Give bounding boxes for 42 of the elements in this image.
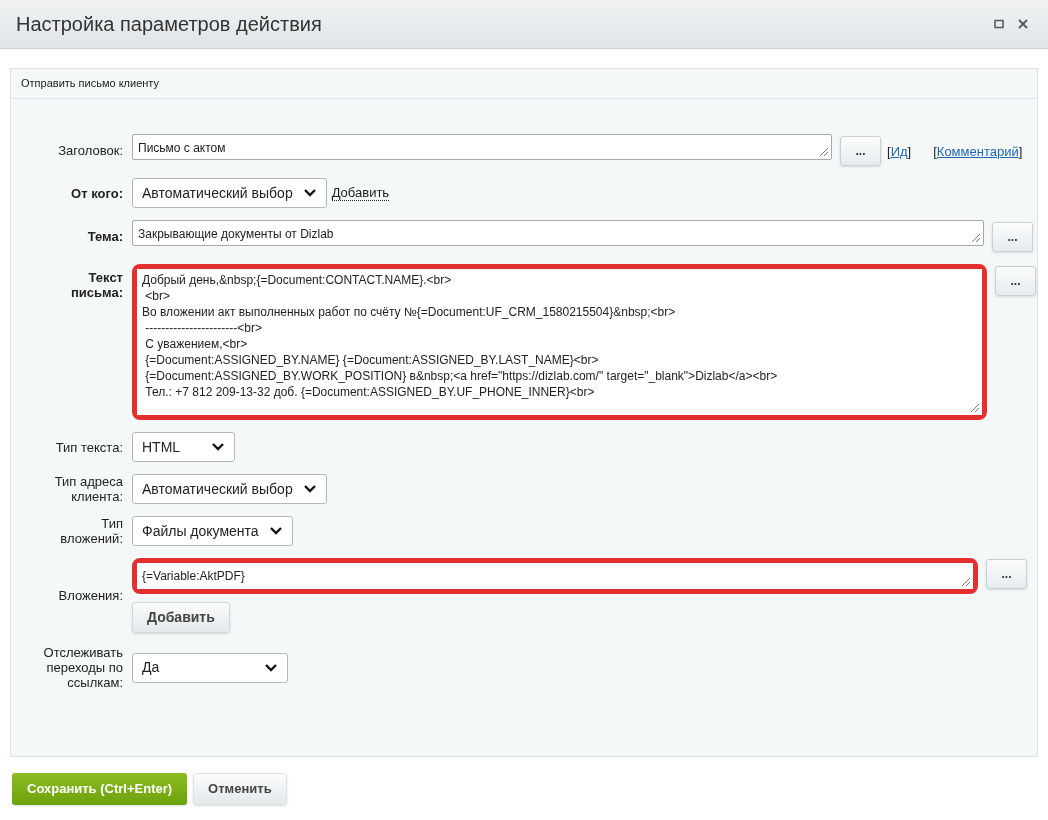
dropdown[interactable]: HTML — [132, 432, 235, 462]
field-label: От кого: — [71, 185, 123, 201]
dropdown[interactable]: Да — [132, 652, 288, 683]
resize-grip-icon — [819, 147, 829, 157]
field-label: Тип вложений: — [60, 516, 123, 546]
insert-button[interactable]: ... — [840, 136, 881, 166]
dropdown[interactable]: Файлы документа — [132, 516, 293, 546]
text-area[interactable]: {=Variable:AktPDF} — [137, 563, 973, 589]
chevron-down-icon — [268, 526, 283, 536]
field-label: Вложения: — [58, 588, 123, 603]
bracket: ] — [907, 143, 912, 161]
text-area[interactable]: Закрывающие документы от Dizlab — [132, 220, 984, 246]
add-link[interactable]: Добавить — [331, 185, 390, 201]
field-label: Заголовок: — [58, 143, 123, 158]
resize-grip-icon — [970, 403, 980, 413]
chevron-down-icon — [264, 662, 278, 673]
insert-button[interactable]: ... — [995, 266, 1036, 296]
chevron-down-icon — [211, 442, 225, 452]
bracket: ] — [1018, 143, 1023, 161]
insert-button[interactable]: ... — [986, 559, 1027, 589]
dropdown[interactable]: Автоматический выбор — [132, 178, 327, 208]
maximize-icon[interactable] — [994, 19, 1004, 29]
field-label: Текст письма: — [70, 270, 123, 300]
chevron-down-icon — [302, 484, 317, 494]
field-label: Отслеживать переходы по ссылкам: — [43, 645, 123, 690]
cancel-button[interactable]: Отменить — [193, 773, 287, 805]
close-icon[interactable] — [1018, 19, 1028, 29]
text-area[interactable]: Добрый день,&nbsp;{=Document:CONTACT.NAME}.<br> <br> Во вложении акт выполненных работ по счёту №{=Document:UF_CRM_1580215504}&nbsp;<br> -----------------------<br> С уважением,<br> {=Document:ASSIGNED_BY.NAME} {=Document:ASSIGNED_BY.LAST_NAME}<br> {=Document:ASSIGNED_BY.WORK_POSITION} в&nbsp;<a href="https://dizlab.com/" target="_blank">Dizlab</a><br> Тел.: +7 812 209-13-32 доб. {=Document:ASSIGNED_BY.UF_PHONE_INNER}<br> — [137, 269, 982, 415]
window-title: Настройка параметров действия — [16, 12, 322, 37]
field-label: Тема: — [87, 229, 123, 244]
section-title: Отправить письмо клиенту — [21, 76, 160, 92]
field-label: Тип адреса клиента: — [54, 474, 123, 504]
text-area[interactable]: Письмо с актом — [132, 134, 832, 160]
bracket: [ — [933, 143, 937, 161]
insert-button[interactable]: ... — [992, 222, 1033, 252]
dropdown[interactable]: Автоматический выбор — [132, 474, 327, 504]
chevron-down-icon — [302, 188, 317, 198]
resize-grip-icon — [961, 577, 971, 587]
add-button[interactable]: Добавить — [132, 602, 230, 633]
resize-grip-icon — [971, 233, 981, 243]
bracket: [ — [887, 143, 891, 161]
field-label: Тип текста: — [55, 439, 123, 455]
